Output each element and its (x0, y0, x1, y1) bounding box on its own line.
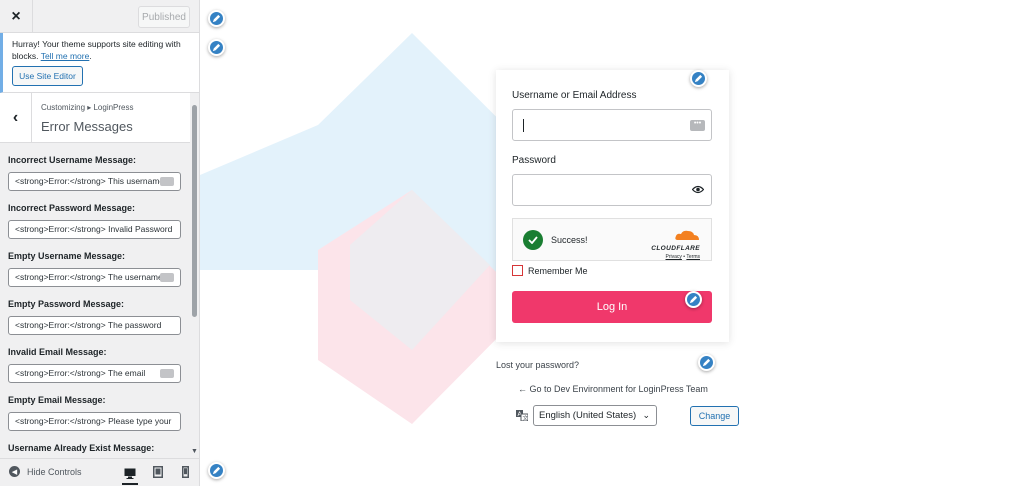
translate-icon: A文 (516, 410, 528, 421)
error-message-fields: Incorrect Username Message: <strong>Erro… (0, 143, 190, 455)
edit-shortcut-button[interactable] (208, 39, 225, 56)
checkmark-icon (528, 236, 538, 244)
success-check-badge (523, 230, 543, 250)
section-header: ‹ Customizing ▸ LoginPress Error Message… (0, 93, 199, 143)
svg-text:文: 文 (523, 414, 529, 421)
cloudflare-terms-link[interactable]: Terms (686, 254, 700, 260)
incorrect-password-label: Incorrect Password Message: (8, 203, 136, 213)
cloudflare-links: Privacy • Terms (651, 254, 700, 260)
invalid-email-label: Invalid Email Message: (8, 347, 107, 357)
tell-me-more-link[interactable]: Tell me more (41, 51, 90, 61)
hide-controls-button[interactable]: ◀ Hide Controls (9, 466, 82, 477)
edit-shortcut-button[interactable] (208, 462, 225, 479)
customizer-sidebar: × Published Hurray! Your theme supports … (0, 0, 200, 486)
password-input[interactable] (512, 174, 712, 206)
hide-controls-label: Hide Controls (27, 466, 82, 477)
back-button[interactable]: ‹ (0, 93, 32, 143)
cloudflare-privacy-link[interactable]: Privacy (666, 254, 682, 260)
mobile-icon (181, 466, 189, 478)
password-label: Password (512, 155, 556, 166)
tablet-icon (153, 466, 163, 478)
edit-shortcut-icon (702, 358, 711, 367)
customizer-footer: ◀ Hide Controls (0, 458, 199, 486)
language-selected: English (United States) (539, 410, 637, 421)
close-icon: × (11, 7, 21, 25)
tablet-preview-button[interactable] (150, 464, 166, 480)
change-language-button[interactable]: Change (690, 406, 739, 426)
empty-email-label: Empty Email Message: (8, 395, 106, 405)
edit-shortcut-icon (694, 74, 703, 83)
edit-shortcut-button[interactable] (208, 10, 225, 27)
empty-username-input[interactable]: <strong>Error:</strong> The username (8, 268, 181, 287)
edit-shortcut-button[interactable] (690, 70, 707, 87)
empty-password-label: Empty Password Message: (8, 299, 125, 309)
language-select[interactable]: English (United States) ⌄ (533, 405, 657, 426)
remember-me-label[interactable]: Remember Me (528, 266, 588, 276)
log-in-button[interactable]: Log In (512, 291, 712, 323)
cloudflare-logo: CLOUDFLARE Privacy • Terms (651, 227, 700, 260)
desktop-preview-button[interactable] (122, 463, 138, 485)
username-exists-label: Username Already Exist Message: (8, 443, 155, 453)
breadcrumb: Customizing ▸ LoginPress (41, 103, 134, 112)
username-label: Username or Email Address (512, 90, 637, 101)
password-manager-icon[interactable]: ••• (690, 120, 705, 131)
empty-username-label: Empty Username Message: (8, 251, 126, 261)
captcha-status: Success! (551, 235, 588, 245)
use-site-editor-button[interactable]: Use Site Editor (12, 66, 83, 86)
edit-shortcut-icon (689, 295, 698, 304)
password-manager-icon[interactable] (160, 273, 174, 282)
back-icon: ‹ (12, 109, 19, 126)
customizer-preview: Username or Email Address ••• Password S… (200, 0, 1024, 486)
desktop-icon (124, 468, 136, 479)
cloudflare-turnstile-widget[interactable]: Success! CLOUDFLARE Privacy • Terms (512, 218, 712, 261)
customizer-topbar: × Published (0, 0, 199, 33)
cloudflare-wordmark: CLOUDFLARE (651, 245, 700, 252)
scroll-down-arrow-icon[interactable]: ▼ (191, 448, 198, 455)
remember-me-checkbox[interactable] (512, 265, 523, 276)
login-form-card: Username or Email Address ••• Password S… (496, 70, 729, 342)
empty-email-input[interactable]: <strong>Error:</strong> Please type your (8, 412, 181, 431)
password-manager-icon[interactable] (160, 369, 174, 378)
edit-shortcut-icon (212, 43, 221, 52)
incorrect-username-input[interactable]: <strong>Error:</strong> This username (8, 172, 181, 191)
hide-controls-icon: ◀ (9, 466, 20, 477)
edit-shortcut-icon (212, 14, 221, 23)
password-manager-icon[interactable] (160, 177, 174, 186)
username-input[interactable]: ••• (512, 109, 712, 141)
incorrect-username-label: Incorrect Username Message: (8, 155, 137, 165)
edit-shortcut-icon (212, 466, 221, 475)
edit-shortcut-button[interactable] (698, 354, 715, 371)
empty-password-input[interactable]: <strong>Error:</strong> The password (8, 316, 181, 335)
sidebar-scrollbar[interactable]: ▼ (190, 93, 199, 455)
cloudflare-cloud-icon (675, 230, 699, 240)
back-to-site-link[interactable]: ← Go to Dev Environment for LoginPress T… (518, 384, 708, 394)
edit-shortcut-button[interactable] (685, 291, 702, 308)
mobile-preview-button[interactable] (177, 464, 193, 480)
scrollbar-thumb[interactable] (192, 105, 197, 317)
invalid-email-input[interactable]: <strong>Error:</strong> The email (8, 364, 181, 383)
chevron-down-icon: ⌄ (642, 410, 650, 420)
eye-icon[interactable] (692, 185, 704, 194)
incorrect-password-input[interactable]: <strong>Error:</strong> Invalid Password (8, 220, 181, 239)
notice-text: Hurray! Your theme supports site editing… (12, 39, 181, 61)
close-customizer-button[interactable]: × (0, 0, 33, 33)
section-title: Error Messages (41, 119, 133, 134)
site-editor-notice: Hurray! Your theme supports site editing… (0, 33, 199, 93)
published-button[interactable]: Published (138, 6, 190, 28)
text-caret (523, 119, 524, 132)
lost-password-link[interactable]: Lost your password? (496, 360, 579, 370)
